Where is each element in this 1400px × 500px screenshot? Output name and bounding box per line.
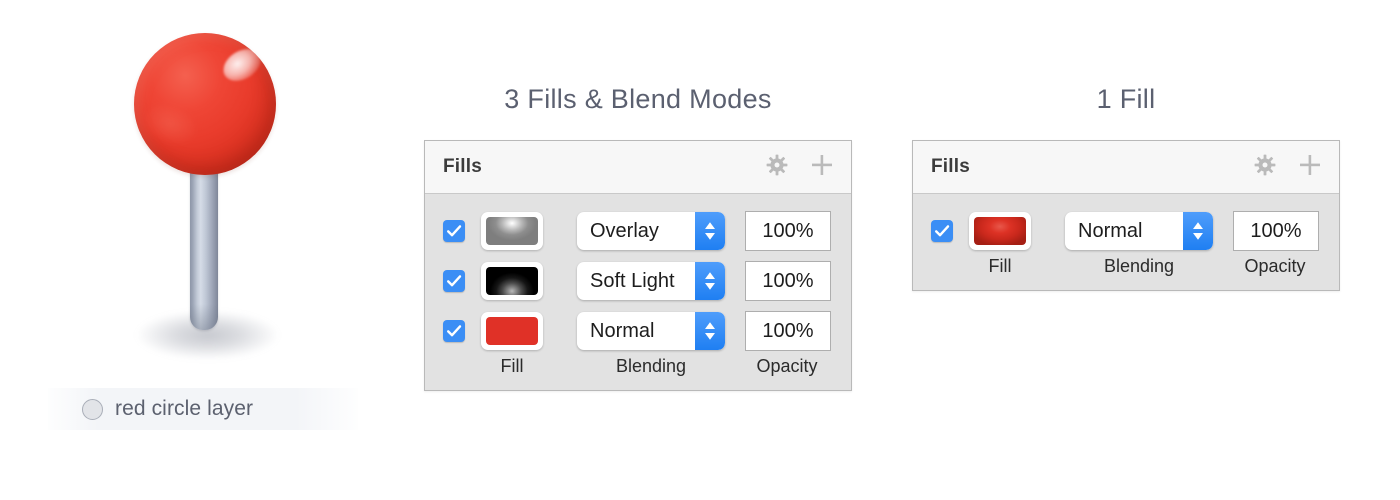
- fill-color-swatch[interactable]: [481, 212, 543, 250]
- plus-icon[interactable]: [809, 152, 835, 183]
- blend-mode-value: Soft Light: [590, 269, 675, 292]
- opacity-input[interactable]: 100%: [745, 311, 831, 351]
- column-label-fill: Fill: [988, 256, 1012, 276]
- opacity-value: 100%: [1250, 219, 1302, 242]
- fills-panel-header: Fills: [913, 141, 1339, 194]
- red-pin-illustration: red circle layer: [0, 0, 400, 500]
- column-label-blending: Blending: [615, 356, 687, 376]
- screenshot-canvas: red circle layer 3 Fills & Blend Modes F…: [0, 0, 1400, 500]
- fill-color-swatch[interactable]: [481, 312, 543, 350]
- blend-mode-value: Normal: [1078, 219, 1143, 242]
- fill-enabled-checkbox[interactable]: [443, 220, 465, 242]
- fills-panel-header-title: Fills: [931, 156, 971, 177]
- circle-icon: [82, 398, 103, 420]
- fill-row: Overlay 100%: [425, 206, 851, 256]
- stepper-icon[interactable]: [695, 212, 725, 250]
- column-captions: Fill Blending Opacity: [913, 256, 1339, 286]
- column-label-blending: Blending: [1103, 256, 1175, 276]
- fills-panel-one: Fills Normal 100% Fill Blending Opacity: [912, 140, 1340, 291]
- fill-color-swatch[interactable]: [969, 212, 1031, 250]
- blend-mode-select[interactable]: Soft Light: [577, 262, 725, 300]
- swatch-preview: [974, 217, 1026, 245]
- gear-icon[interactable]: [765, 153, 789, 182]
- pin-needle: [190, 150, 218, 330]
- opacity-input[interactable]: 100%: [745, 211, 831, 251]
- column-label-fill: Fill: [500, 356, 524, 376]
- opacity-value: 100%: [762, 269, 814, 292]
- stepper-icon[interactable]: [695, 262, 725, 300]
- opacity-value: 100%: [762, 319, 814, 342]
- panel-title-three-fills: 3 Fills & Blend Modes: [504, 84, 772, 114]
- blend-mode-value: Normal: [590, 319, 655, 342]
- fill-enabled-checkbox[interactable]: [931, 220, 953, 242]
- fill-enabled-checkbox[interactable]: [443, 320, 465, 342]
- pin-ball-highlight: [217, 42, 267, 88]
- blend-mode-select[interactable]: Normal: [577, 312, 725, 350]
- plus-icon[interactable]: [1297, 152, 1323, 183]
- opacity-input[interactable]: 100%: [1233, 211, 1319, 251]
- fill-color-swatch[interactable]: [481, 262, 543, 300]
- opacity-value: 100%: [762, 219, 814, 242]
- column-label-opacity: Opacity: [756, 356, 818, 376]
- blend-mode-value: Overlay: [590, 219, 659, 242]
- fills-panel-header-title: Fills: [443, 156, 483, 177]
- panel-group-one-fill: 1 Fill Fills Normal 100% Fill Blending O…: [912, 84, 1340, 291]
- fill-enabled-checkbox[interactable]: [443, 270, 465, 292]
- stepper-icon[interactable]: [695, 312, 725, 350]
- swatch-preview: [486, 267, 538, 295]
- blend-mode-select[interactable]: Normal: [1065, 212, 1213, 250]
- fills-panel-three: Fills Overlay 100% Soft Light 100% Norma…: [424, 140, 852, 391]
- fills-panel-header: Fills: [425, 141, 851, 194]
- column-captions: Fill Blending Opacity: [425, 356, 851, 386]
- swatch-preview: [486, 217, 538, 245]
- pin-ball: [134, 33, 276, 175]
- layer-name-label: red circle layer: [115, 397, 254, 420]
- swatch-preview: [486, 317, 538, 345]
- fill-row: Normal 100%: [913, 206, 1339, 256]
- panel-group-three-fills: 3 Fills & Blend Modes Fills Overlay 100%…: [424, 84, 852, 391]
- blend-mode-select[interactable]: Overlay: [577, 212, 725, 250]
- gear-icon[interactable]: [1253, 153, 1277, 182]
- opacity-input[interactable]: 100%: [745, 261, 831, 301]
- column-label-opacity: Opacity: [1244, 256, 1306, 276]
- panel-title-one-fill: 1 Fill: [1096, 84, 1156, 114]
- stepper-icon[interactable]: [1183, 212, 1213, 250]
- pin-ball-rim-light: [140, 98, 200, 149]
- layer-name-chip[interactable]: red circle layer: [48, 388, 358, 430]
- fills-panel-body: Overlay 100% Soft Light 100% Normal 100%…: [425, 194, 851, 390]
- fill-row: Normal 100%: [425, 306, 851, 356]
- fills-panel-body: Normal 100% Fill Blending Opacity: [913, 194, 1339, 290]
- fill-row: Soft Light 100%: [425, 256, 851, 306]
